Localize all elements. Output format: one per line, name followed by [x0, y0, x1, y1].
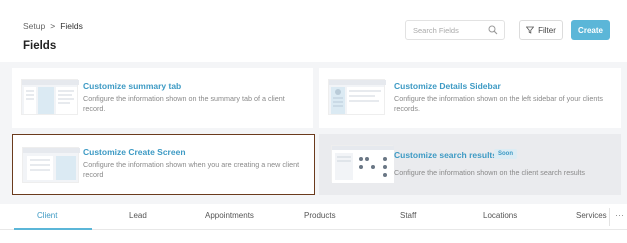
tab-locations[interactable]: Locations — [483, 211, 517, 220]
card-customize-create-screen[interactable]: Customize Create Screen Configure the in… — [12, 134, 315, 195]
breadcrumb-current: Fields — [60, 21, 83, 31]
search-box — [405, 20, 505, 40]
page-header: Setup > Fields Fields Filter Create — [0, 0, 627, 62]
tab-lead[interactable]: Lead — [129, 211, 147, 220]
details-sidebar-preview-image — [328, 79, 386, 115]
tab-client[interactable]: Client — [37, 211, 57, 220]
card-description: Configure the information shown on the s… — [83, 94, 285, 113]
soon-badge: Soon — [494, 149, 517, 159]
search-results-preview-image — [331, 145, 394, 183]
filter-button[interactable]: Filter — [519, 20, 563, 40]
card-title[interactable]: Customize Create Screen — [83, 147, 186, 157]
card-customize-summary-tab[interactable]: Customize summary tab Configure the info… — [12, 68, 313, 128]
create-screen-preview-image — [22, 147, 80, 183]
active-tab-indicator — [14, 228, 92, 230]
tab-staff[interactable]: Staff — [400, 211, 416, 220]
tab-products[interactable]: Products — [304, 211, 336, 220]
card-customize-details-sidebar[interactable]: Customize Details Sidebar Configure the … — [319, 68, 621, 128]
breadcrumb: Setup > Fields — [23, 21, 83, 31]
search-icon[interactable] — [488, 25, 498, 35]
card-title[interactable]: Customize Details Sidebar — [394, 81, 501, 91]
card-description: Configure the information shown on the c… — [394, 168, 585, 177]
more-icon[interactable]: ··· — [615, 210, 624, 220]
filter-label: Filter — [538, 25, 556, 35]
tab-services[interactable]: Services — [576, 211, 607, 220]
card-title: Customize search results — [394, 150, 497, 160]
card-description: Configure the information shown on the l… — [394, 94, 603, 113]
card-customize-search-results: Customize search results Soon Configure … — [319, 134, 621, 195]
tab-divider — [609, 208, 610, 226]
page-title: Fields — [23, 40, 57, 52]
tab-appointments[interactable]: Appointments — [205, 211, 254, 220]
summary-tab-preview-image — [21, 79, 79, 115]
filter-icon — [526, 26, 535, 34]
card-title[interactable]: Customize summary tab — [83, 81, 181, 91]
breadcrumb-setup-link[interactable]: Setup — [23, 21, 45, 31]
create-button[interactable]: Create — [571, 20, 610, 40]
card-description: Configure the information shown when you… — [83, 160, 300, 179]
breadcrumb-separator: > — [50, 21, 56, 31]
search-input[interactable] — [406, 25, 486, 35]
entity-tabs: Client Lead Appointments Products Staff … — [0, 204, 627, 230]
